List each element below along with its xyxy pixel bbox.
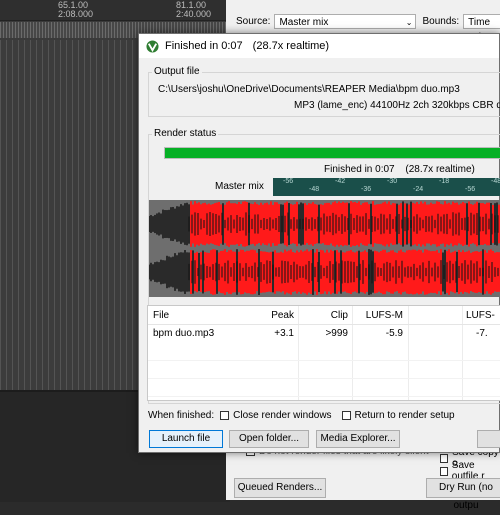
when-finished-row: When finished: Close render windows Retu… [148, 410, 455, 421]
open-folder-button[interactable]: Open folder... [229, 430, 309, 448]
col-lufs-m[interactable]: LUFS-M [366, 310, 403, 321]
meter-tick-label: -56 [465, 186, 476, 193]
cell-clip: >999 [325, 327, 348, 339]
render-progress-bar [164, 147, 500, 159]
return-setup-checkbox[interactable] [341, 411, 351, 420]
close-windows-checkbox[interactable] [220, 411, 230, 420]
reaper-logo-icon [146, 39, 159, 53]
dialog-titlebar[interactable]: Finished in 0:07 (28.7x realtime) [139, 34, 499, 58]
output-path[interactable]: C:\Users\joshu\OneDrive\Documents\REAPER… [158, 84, 460, 95]
output-format: MP3 (lame_enc) 44100Hz 2ch 320kbps CBR q… [294, 100, 500, 111]
timeline-ruler[interactable]: 65.1.00 2:08.000 81.1.00 2:40.000 [0, 0, 230, 21]
source-value: Master mix [279, 17, 329, 28]
cell-lufs-m: -5.9 [385, 327, 403, 339]
media-explorer-button[interactable]: Media Explorer... [316, 430, 400, 448]
source-select[interactable]: Master mix ⌄ [274, 14, 417, 29]
meter-tick-label: -18 [439, 178, 450, 185]
cell-peak: +3.1 [274, 327, 294, 339]
bounds-select[interactable]: Time select [463, 14, 500, 43]
queued-renders-button[interactable]: Queued Renders... [234, 478, 326, 498]
return-setup-label: Return to render setup [354, 410, 455, 421]
col-lufs-s[interactable]: LUFS- [466, 310, 495, 321]
meter-tick-label: -48 [491, 178, 500, 185]
save-outfile-checkbox[interactable] [440, 466, 448, 476]
col-file[interactable]: File [153, 310, 169, 321]
dialog-title: Finished in 0:07 [165, 40, 243, 52]
ruler-time-1: 2:08.000 [58, 9, 94, 19]
meter-tick-label: -30 [387, 178, 398, 185]
close-windows-label: Close render windows [233, 410, 332, 421]
meter-label: Master mix [215, 181, 264, 192]
dry-run-button[interactable]: Dry Run (no outpu [426, 478, 500, 511]
meter-tick-label: -42 [335, 178, 346, 185]
source-label: Source: [236, 16, 271, 27]
progress-fill [165, 148, 500, 158]
render-status-label: Render status [152, 128, 219, 139]
ruler-time-2: 2:40.000 [176, 9, 212, 19]
cell-file: bpm duo.mp3 [153, 327, 215, 339]
cell-lufs-s: -7. [476, 327, 488, 339]
col-clip[interactable]: Clip [331, 310, 348, 321]
table-header: File Peak Clip LUFS-M LUFS- [148, 306, 500, 325]
close-button[interactable] [477, 430, 500, 448]
bounds-label: Bounds: [422, 16, 460, 27]
render-waveform [149, 200, 500, 297]
dialog-title-realtime: (28.7x realtime) [252, 40, 330, 52]
col-peak[interactable]: Peak [271, 310, 294, 321]
status-text: Finished in 0:07 [324, 164, 395, 175]
when-finished-label: When finished: [148, 410, 215, 421]
waveform-svg [149, 201, 500, 295]
master-level-meter: -56-48-42-36-30-24-18-56-48-42-36-30-24-… [273, 178, 500, 196]
status-realtime: (28.7x realtime) [405, 164, 475, 175]
table-row[interactable]: bpm duo.mp3 +3.1 >999 -5.9 -7. [148, 324, 500, 342]
meter-tick-label: -24 [413, 186, 424, 193]
launch-file-button[interactable]: Launch file [149, 430, 223, 448]
render-progress-dialog: Finished in 0:07 (28.7x realtime) Output… [138, 33, 500, 453]
meter-tick-label: -36 [361, 186, 372, 193]
output-file-label: Output file [152, 66, 202, 77]
render-stats-table: File Peak Clip LUFS-M LUFS- bpm duo.mp3 … [147, 305, 500, 401]
meter-tick-label: -48 [309, 186, 320, 193]
chevron-down-icon: ⌄ [405, 18, 413, 27]
meter-tick-label: -56 [283, 178, 294, 185]
